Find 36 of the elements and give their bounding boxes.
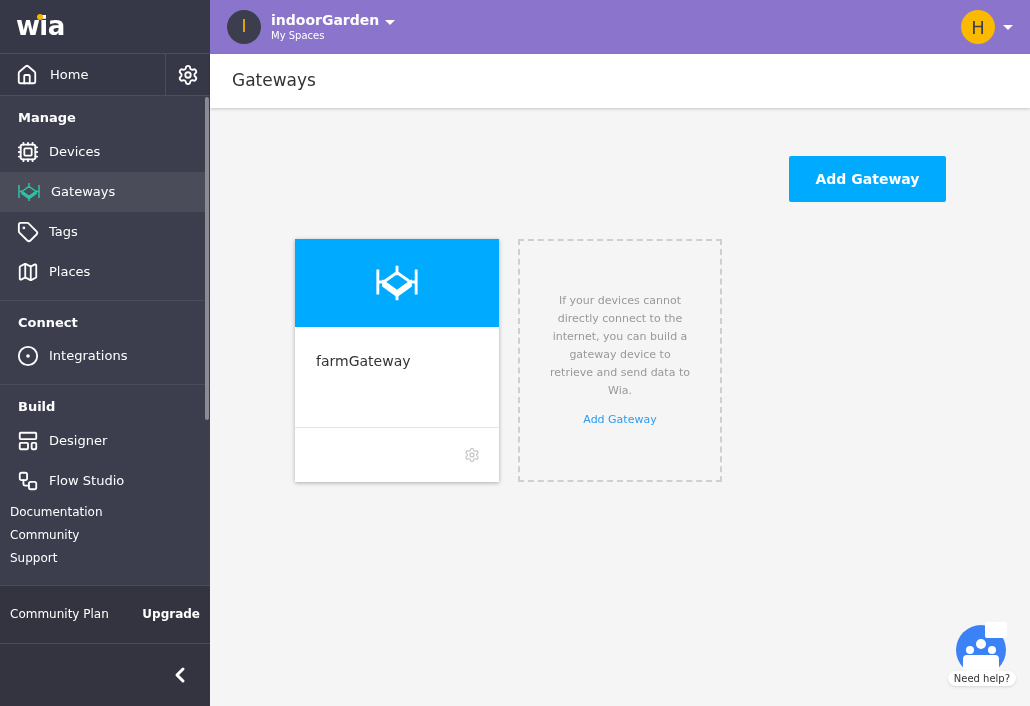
- section-heading: Manage: [17, 109, 77, 127]
- gateway-name: farmGateway: [316, 353, 411, 369]
- logo[interactable]: wia: [16, 7, 65, 46]
- section-heading: Build: [17, 398, 57, 416]
- sidebar-link[interactable]: Documentation: [10, 502, 200, 521]
- nav-item[interactable]: Designer: [0, 420, 205, 461]
- section-heading: Connect: [17, 313, 79, 332]
- sidebar-link[interactable]: Support: [10, 548, 200, 567]
- scrollbar[interactable]: [205, 97, 209, 420]
- dots-icon: [17, 345, 39, 367]
- caret-icon[interactable]: [1003, 24, 1013, 30]
- upgrade-link[interactable]: Upgrade: [142, 605, 200, 623]
- plan-label: Community Plan: [10, 606, 109, 623]
- nav-item[interactable]: Integrations: [0, 336, 205, 376]
- space-subtitle: My Spaces: [271, 29, 326, 42]
- nav-item[interactable]: Devices: [0, 131, 205, 172]
- user-avatar[interactable]: H: [961, 10, 995, 44]
- settings-icon: [177, 63, 199, 86]
- nav-item[interactable]: Tags: [0, 211, 205, 252]
- empty-card-text: If your devices cannot directly connect to the internet, you can build a gateway device to retrieve and send data to Wia.: [550, 293, 690, 400]
- page-title: Gateways: [232, 69, 316, 93]
- nav-item[interactable]: Gateways: [0, 171, 205, 212]
- nav-item[interactable]: Places: [0, 251, 205, 292]
- layout-icon: [17, 429, 39, 452]
- space-avatar[interactable]: I: [227, 10, 261, 44]
- home-icon: [16, 63, 38, 86]
- gateway-card[interactable]: farmGateway: [295, 239, 499, 482]
- sidebar-link[interactable]: Community: [10, 525, 200, 544]
- chip-icon: [17, 140, 39, 163]
- help-label[interactable]: Need help?: [947, 671, 1016, 686]
- workflow-icon: [17, 469, 39, 492]
- nav-item[interactable]: Flow Studio: [0, 460, 205, 501]
- tag-icon: [17, 220, 39, 243]
- space-name[interactable]: indoorGarden: [271, 12, 380, 30]
- caret-icon[interactable]: [385, 20, 396, 26]
- map-icon: [17, 260, 39, 283]
